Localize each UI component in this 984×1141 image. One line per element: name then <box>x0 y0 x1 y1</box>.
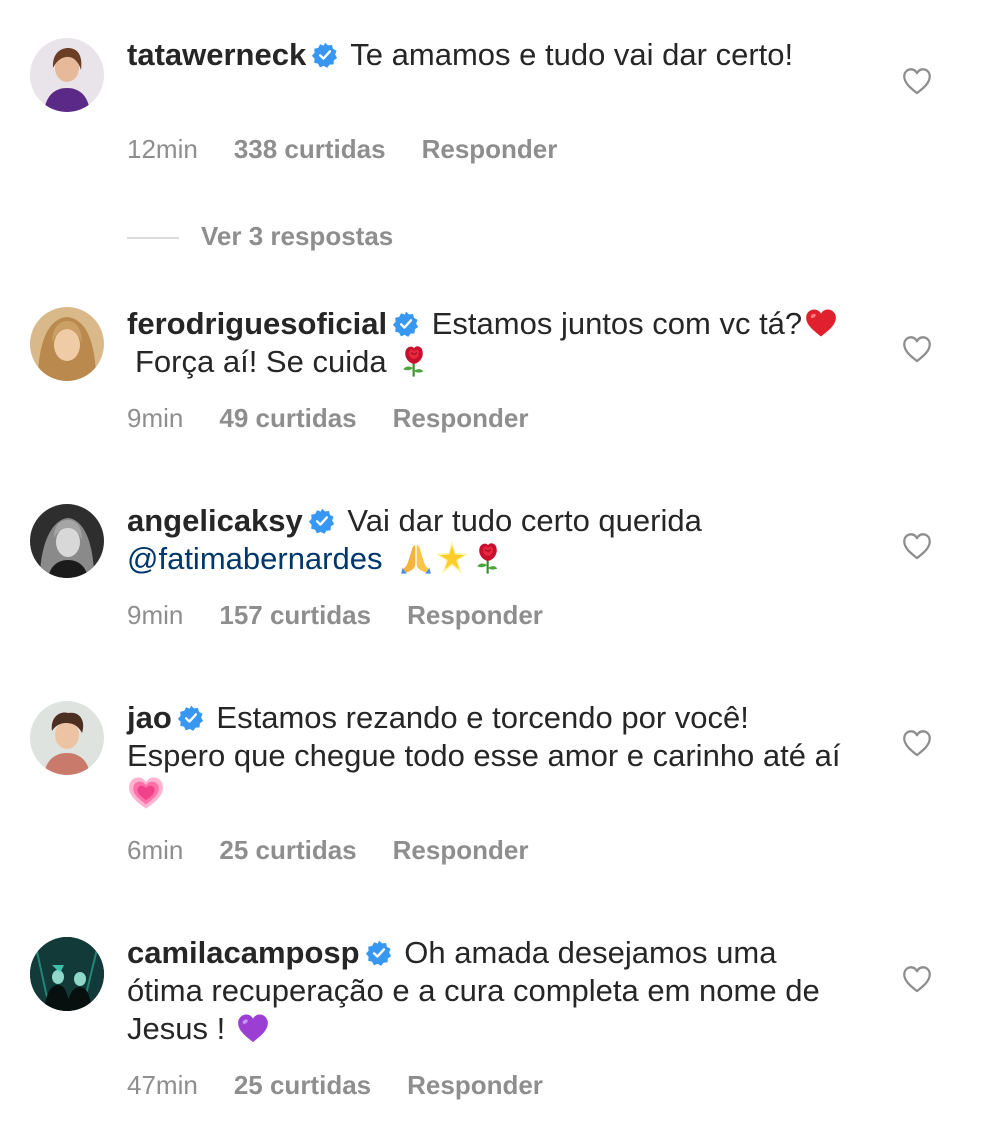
comment-body: ferodriguesoficial Estamos juntos com vc… <box>127 305 847 381</box>
comment-likes[interactable]: 157 curtidas <box>219 600 371 630</box>
verified-badge-icon <box>178 705 204 731</box>
comment-time: 9min <box>127 600 184 630</box>
verified-badge-icon <box>312 42 338 68</box>
like-heart-icon[interactable] <box>900 726 934 760</box>
comment-text: Estamos juntos com vc tá? <box>431 306 803 341</box>
comment-meta: 6min 25 curtidas Responder <box>127 835 564 865</box>
comment-username[interactable]: ferodriguesoficial <box>127 306 387 341</box>
comment-meta: 12min 338 curtidas Responder <box>127 134 593 164</box>
comment-meta: 47min 25 curtidas Responder <box>127 1070 579 1100</box>
comment-text: Estamos rezando e torcendo por você! Esp… <box>127 700 841 773</box>
avatar[interactable] <box>30 38 104 112</box>
rose-emoji-icon <box>471 541 505 575</box>
comment-likes[interactable]: 25 curtidas <box>234 1070 371 1100</box>
comment-text: Te amamos e tudo vai dar certo! <box>350 37 794 72</box>
verified-badge-icon <box>309 508 335 534</box>
comment-body: jao Estamos rezando e torcendo por você!… <box>127 699 847 813</box>
avatar[interactable] <box>30 504 104 578</box>
like-heart-icon[interactable] <box>900 64 934 98</box>
comment-time: 6min <box>127 835 184 865</box>
folded-hands-emoji-icon <box>399 541 433 575</box>
comment-body: tatawerneck Te amamos e tudo vai dar cer… <box>127 36 847 74</box>
reply-button[interactable]: Responder <box>393 835 529 865</box>
comment-body: camilacamposp Oh amada desejamos uma óti… <box>127 934 847 1048</box>
comment-likes[interactable]: 49 curtidas <box>219 403 356 433</box>
like-heart-icon[interactable] <box>900 529 934 563</box>
comment-time: 12min <box>127 134 198 164</box>
comment-likes[interactable]: 338 curtidas <box>234 134 386 164</box>
comment-username[interactable]: tatawerneck <box>127 37 306 72</box>
comment-username[interactable]: jao <box>127 700 172 735</box>
comment-username[interactable]: camilacamposp <box>127 935 360 970</box>
avatar[interactable] <box>30 307 104 381</box>
reply-button[interactable]: Responder <box>407 1070 543 1100</box>
avatar[interactable] <box>30 937 104 1011</box>
comment-meta: 9min 157 curtidas Responder <box>127 600 579 630</box>
replies-divider <box>127 237 179 240</box>
purple-heart-emoji-icon <box>236 1011 270 1045</box>
rose-emoji-icon <box>397 344 431 378</box>
comment-time: 47min <box>127 1070 198 1100</box>
reply-button[interactable]: Responder <box>393 403 529 433</box>
comment-time: 9min <box>127 403 184 433</box>
view-replies-label: Ver 3 respostas <box>201 221 394 251</box>
reply-button[interactable]: Responder <box>422 134 558 164</box>
growing-heart-emoji-icon <box>129 776 163 810</box>
comment-text: Vai dar tudo certo querida <box>347 503 702 538</box>
glowing-star-emoji-icon <box>435 541 469 575</box>
comment-username[interactable]: angelicaksy <box>127 503 303 538</box>
mention-link[interactable]: @fatimabernardes <box>127 541 382 576</box>
verified-badge-icon <box>366 940 392 966</box>
view-replies-button[interactable]: Ver 3 respostas <box>127 218 393 254</box>
avatar[interactable] <box>30 701 104 775</box>
like-heart-icon[interactable] <box>900 962 934 996</box>
red-heart-emoji-icon <box>804 306 838 340</box>
comment-likes[interactable]: 25 curtidas <box>219 835 356 865</box>
comment-meta: 9min 49 curtidas Responder <box>127 403 564 433</box>
comment-body: angelicaksy Vai dar tudo certo querida @… <box>127 502 847 578</box>
like-heart-icon[interactable] <box>900 332 934 366</box>
verified-badge-icon <box>393 311 419 337</box>
comment-text-continued: Força aí! Se cuida <box>135 344 387 379</box>
reply-button[interactable]: Responder <box>407 600 543 630</box>
